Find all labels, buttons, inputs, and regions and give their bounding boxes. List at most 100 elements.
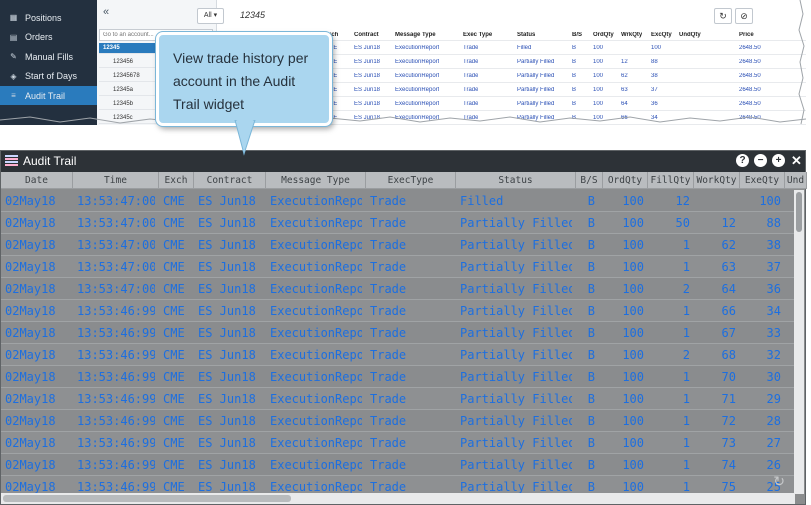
top-grid-column-header[interactable]: WrkQty	[621, 32, 642, 38]
column-header-exeqty[interactable]: ExeQty	[740, 172, 785, 188]
list-icon: ≡	[11, 91, 16, 100]
table-row[interactable]: 02May18 13:53:46:999 CME ES Jun18 ExecutionR…	[1, 322, 795, 344]
horizontal-scroll-thumb[interactable]	[3, 495, 291, 502]
table-row[interactable]: 02May18 13:53:46:998 CME ES Jun18 ExecutionR…	[1, 366, 795, 388]
horizontal-scrollbar[interactable]	[1, 493, 795, 504]
sidebar-item-audit-trail[interactable]: ≡ Audit Trail	[0, 86, 97, 105]
top-grid-cell: B	[572, 45, 577, 51]
sidebar-item-start-of-days[interactable]: ◈ Start of Days	[0, 67, 97, 86]
top-grid-column-header[interactable]: ExcQty	[651, 32, 672, 38]
table-cell: 13:53:47:000	[77, 282, 155, 296]
table-cell: 50	[675, 216, 690, 230]
column-header-date[interactable]: Date	[1, 172, 73, 188]
table-row[interactable]: 02May18 13:53:47:000 CME ES Jun18 ExecutionR…	[1, 256, 795, 278]
table-cell: ES Jun18	[198, 216, 256, 230]
column-header-exch[interactable]: Exch	[159, 172, 194, 188]
table-row[interactable]: 02May18 13:53:46:998 CME ES Jun18 ExecutionR…	[1, 344, 795, 366]
audit-trail-titlebar[interactable]: Audit Trail ? − + ✕	[1, 151, 805, 172]
refresh-icon[interactable]: ↻	[714, 8, 732, 24]
table-cell: 72	[721, 414, 736, 428]
tag-icon: ◈	[10, 71, 17, 81]
callout-bubble: View trade history per account in the Au…	[156, 32, 332, 126]
table-cell: ExecutionRepor	[270, 436, 362, 450]
table-cell: 13:53:46:998	[77, 348, 155, 362]
top-grid-column-header[interactable]: Contract	[354, 32, 379, 38]
table-cell: Trade	[370, 392, 407, 406]
column-header-status[interactable]: Status	[456, 172, 576, 188]
table-row[interactable]: 02May18 13:53:47:001 CME ES Jun18 ExecutionR…	[1, 190, 795, 212]
table-row[interactable]: 02May18 13:53:46:995 CME ES Jun18 ExecutionR…	[1, 410, 795, 432]
table-cell: 33	[766, 326, 781, 340]
table-cell: CME	[163, 370, 185, 384]
table-cell: CME	[163, 326, 185, 340]
minimize-icon[interactable]: −	[754, 154, 767, 167]
table-row[interactable]: 02May18 13:53:46:992 CME ES Jun18 ExecutionR…	[1, 476, 795, 494]
add-icon[interactable]: +	[772, 154, 785, 167]
table-cell: 100	[759, 194, 781, 208]
table-row[interactable]: 02May18 13:53:46:995 CME ES Jun18 ExecutionR…	[1, 432, 795, 454]
top-grid-column-header[interactable]: Price	[739, 32, 754, 38]
table-cell: 100	[622, 414, 644, 428]
table-cell: 1	[682, 392, 690, 406]
table-row[interactable]: 02May18 13:53:46:995 CME ES Jun18 ExecutionR…	[1, 454, 795, 476]
column-header-contract[interactable]: Contract	[194, 172, 266, 188]
table-cell: Partially Filled	[460, 216, 572, 230]
table-row[interactable]: 02May18 13:53:47:001 CME ES Jun18 ExecutionR…	[1, 212, 795, 234]
table-row[interactable]: 02May18 13:53:47:000 CME ES Jun18 ExecutionR…	[1, 234, 795, 256]
table-cell: 70	[721, 370, 736, 384]
column-header-exectype[interactable]: ExecType	[366, 172, 456, 188]
table-row[interactable]: 02May18 13:53:46:999 CME ES Jun18 ExecutionR…	[1, 300, 795, 322]
top-grid-cell: 100	[593, 73, 604, 79]
column-header-b-s[interactable]: B/S	[576, 172, 603, 188]
table-cell: ES Jun18	[198, 436, 256, 450]
table-cell: B	[587, 194, 595, 208]
table-cell: 100	[622, 304, 644, 318]
account-filter-select[interactable]: All ▾	[197, 8, 224, 24]
top-grid-cell: Partially Filled	[517, 59, 555, 65]
column-header-message-type[interactable]: Message Type	[266, 172, 366, 188]
top-grid-column-header[interactable]: Message Type	[395, 32, 436, 38]
table-cell: 02May18	[5, 436, 56, 450]
column-header-fillqty[interactable]: FillQty	[648, 172, 694, 188]
vertical-scroll-thumb[interactable]	[796, 192, 802, 232]
sidebar-item-orders[interactable]: ▤ Orders	[0, 28, 97, 47]
table-cell: 27	[766, 436, 781, 450]
column-header-time[interactable]: Time	[73, 172, 159, 188]
table-cell: ES Jun18	[198, 238, 256, 252]
column-header-ordqty[interactable]: OrdQty	[603, 172, 648, 188]
table-cell: ES Jun18	[198, 370, 256, 384]
column-header-und[interactable]: Und	[785, 172, 807, 188]
callout-text: View trade history per account in the Au…	[173, 50, 309, 112]
collapse-icon[interactable]: «	[103, 6, 109, 18]
top-grid-column-header[interactable]: Status	[517, 32, 535, 38]
sidebar-item-positions[interactable]: ▦ Positions	[0, 8, 97, 27]
top-grid-cell: Partially Filled	[517, 73, 555, 79]
top-grid-column-header[interactable]: UndQty	[679, 32, 701, 38]
top-grid-cell: Trade	[463, 59, 479, 65]
close-icon[interactable]: ✕	[790, 154, 803, 167]
hide-icon[interactable]: ⊘	[735, 8, 753, 24]
top-grid-column-header[interactable]: Exec Type	[463, 32, 492, 38]
table-row[interactable]: 02May18 13:53:47:000 CME ES Jun18 ExecutionR…	[1, 278, 795, 300]
top-grid-column-header[interactable]: B/S	[572, 32, 582, 38]
top-grid-column-header[interactable]: OrdQty	[593, 32, 614, 38]
table-row[interactable]: 02May18 13:53:46:996 CME ES Jun18 ExecutionR…	[1, 388, 795, 410]
top-grid-cell: 2648.50	[739, 73, 761, 79]
help-icon[interactable]: ?	[736, 154, 749, 167]
column-header-workqty[interactable]: WorkQty	[694, 172, 740, 188]
table-cell: ES Jun18	[198, 260, 256, 274]
table-cell: Partially Filled	[460, 238, 572, 252]
chart-icon: ▦	[9, 13, 18, 22]
table-cell: 02May18	[5, 304, 56, 318]
table-cell	[698, 190, 736, 212]
sidebar-item-manual-fills[interactable]: ✎ Manual Fills	[0, 47, 97, 66]
vertical-scrollbar[interactable]	[794, 190, 804, 494]
table-cell: CME	[163, 194, 185, 208]
refresh-overlay-icon[interactable]: ↻	[773, 473, 785, 490]
table-cell: 30	[766, 370, 781, 384]
table-cell: B	[587, 458, 595, 472]
top-grid-cell: ExecutionReport	[395, 73, 440, 79]
table-cell: 13:53:47:001	[77, 194, 155, 208]
top-grid-cell: Trade	[463, 115, 479, 121]
table-cell: Trade	[370, 282, 407, 296]
